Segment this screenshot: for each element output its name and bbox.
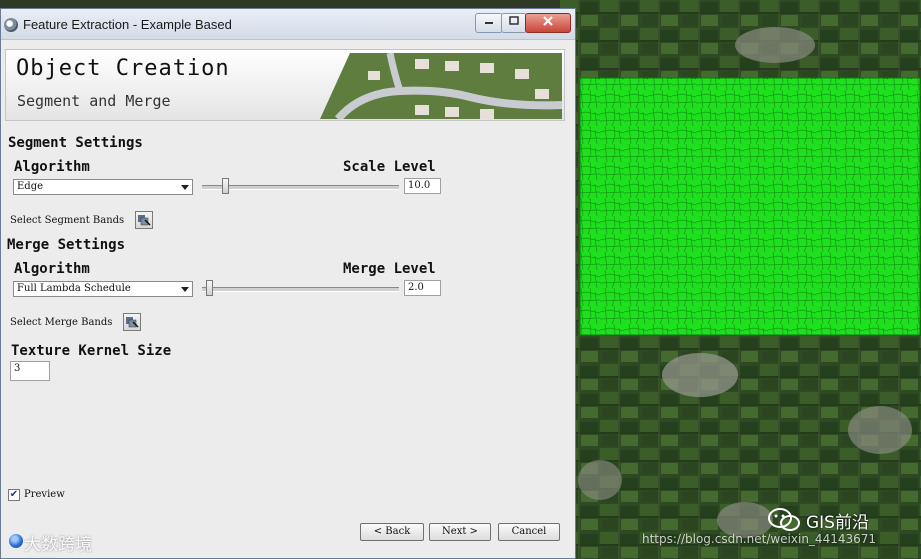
scale-level-slider-track[interactable]: [202, 185, 399, 190]
segment-algorithm-select[interactable]: Edge: [13, 179, 193, 195]
texture-kernel-size-label: Texture Kernel Size: [11, 343, 172, 359]
close-button[interactable]: [525, 13, 571, 33]
scale-level-input[interactable]: 10.0: [404, 178, 441, 194]
chevron-down-icon: [181, 185, 189, 190]
merge-algorithm-select[interactable]: Full Lambda Schedule: [13, 281, 193, 297]
merge-level-label: Merge Level: [343, 261, 436, 277]
band-selector-icon: [138, 215, 151, 226]
title-bar[interactable]: Feature Extraction - Example Based: [1, 9, 575, 40]
close-icon: [543, 16, 553, 26]
merge-level-slider-track[interactable]: [202, 287, 399, 292]
page-subtitle: Segment and Merge: [17, 92, 171, 110]
select-merge-bands-label: Select Merge Bands: [10, 317, 113, 328]
wizard-header: Object Creation Segment and Merge: [5, 49, 565, 121]
wechat-icon: [768, 508, 800, 531]
texture-kernel-size-input[interactable]: 3: [10, 361, 50, 381]
select-segment-bands-label: Select Segment Bands: [10, 215, 125, 226]
scale-level-slider-thumb[interactable]: [221, 178, 229, 194]
merge-level-slider-thumb[interactable]: [205, 280, 213, 296]
app-icon: [4, 18, 18, 32]
help-icon[interactable]: [9, 534, 23, 548]
merge-settings-heading: Merge Settings: [7, 237, 126, 253]
preview-checkbox[interactable]: ✔: [8, 489, 20, 501]
feature-extraction-dialog: Feature Extraction - Example Based Objec…: [0, 8, 576, 559]
checkmark-icon: ✔: [9, 489, 19, 500]
header-aerial-image: [320, 53, 562, 119]
preview-label: Preview: [24, 489, 65, 500]
segment-algorithm-value: Edge: [17, 181, 44, 192]
band-selector-icon: [126, 317, 139, 328]
select-segment-bands-button[interactable]: [135, 211, 153, 229]
next-button[interactable]: Next >: [429, 523, 491, 541]
page-title: Object Creation: [16, 56, 230, 81]
minimize-icon: [485, 22, 493, 24]
merge-level-input[interactable]: 2.0: [404, 280, 441, 296]
back-button[interactable]: < Back: [360, 523, 424, 541]
segment-settings-heading: Segment Settings: [8, 135, 143, 151]
segment-algorithm-label: Algorithm: [14, 159, 90, 175]
watermark-brand: GIS前沿: [806, 513, 869, 533]
select-merge-bands-button[interactable]: [123, 313, 141, 331]
cancel-button[interactable]: Cancel: [498, 523, 560, 541]
scale-level-label: Scale Level: [343, 159, 436, 175]
maximize-icon: [509, 16, 519, 25]
chevron-down-icon: [181, 287, 189, 292]
watermark-url: https://blog.csdn.net/weixin_44143671: [642, 532, 877, 546]
merge-algorithm-value: Full Lambda Schedule: [17, 283, 131, 294]
maximize-button[interactable]: [501, 13, 527, 33]
merge-algorithm-label: Algorithm: [14, 261, 90, 277]
watermark-left: 大数跨境: [24, 535, 92, 555]
minimize-button[interactable]: [475, 13, 503, 33]
window-title: Feature Extraction - Example Based: [23, 17, 232, 32]
